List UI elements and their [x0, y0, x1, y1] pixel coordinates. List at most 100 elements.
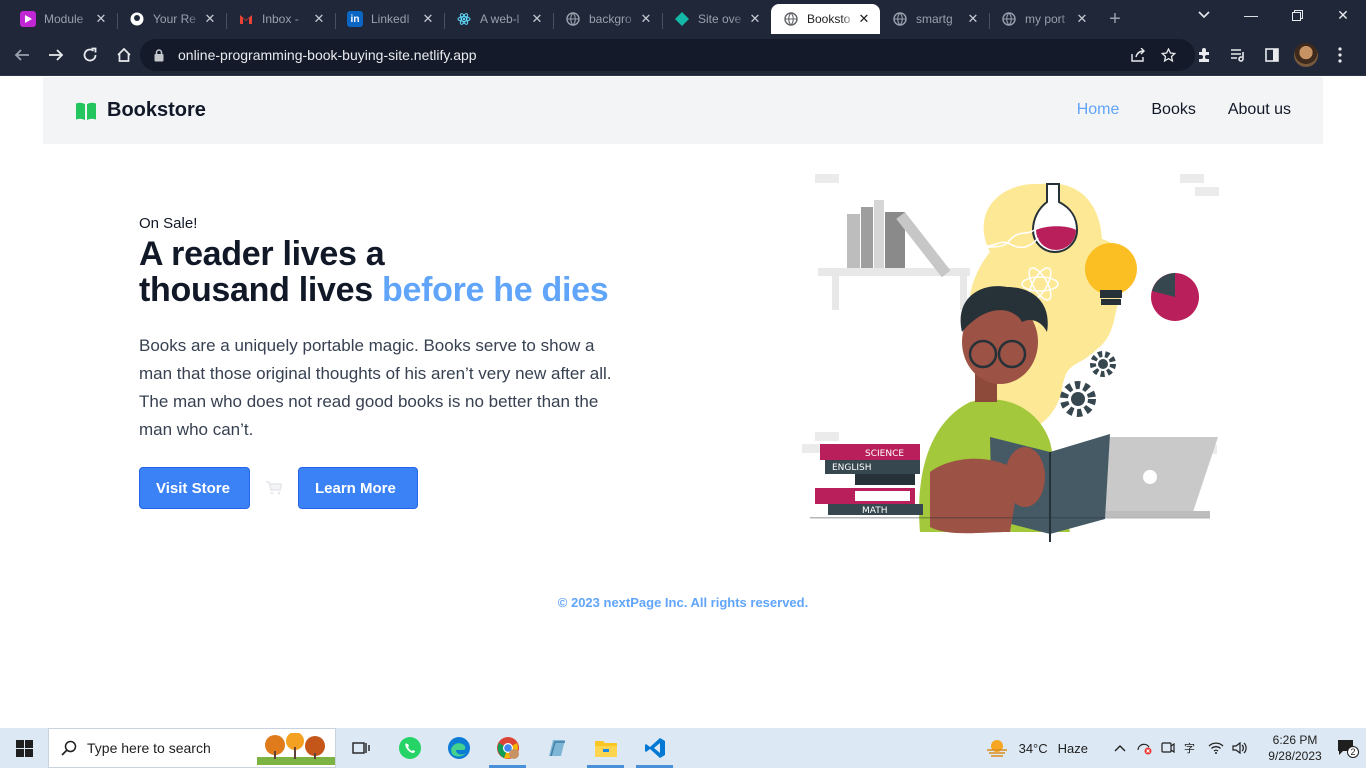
nav-about[interactable]: About us [1228, 101, 1291, 119]
close-window-icon[interactable]: ✕ [1320, 0, 1366, 30]
whatsapp-icon[interactable] [385, 728, 434, 768]
browser-tab[interactable]: smartg ✕ [880, 4, 989, 34]
profile-avatar[interactable] [1290, 39, 1322, 71]
notes-app-icon[interactable] [532, 728, 581, 768]
globe-icon [783, 11, 799, 27]
network-error-icon[interactable] [1132, 741, 1156, 755]
visit-store-button[interactable]: Visit Store [139, 467, 250, 509]
nav-home[interactable]: Home [1077, 101, 1120, 119]
home-button[interactable] [108, 39, 140, 71]
netlify-icon [674, 11, 690, 27]
brand-name: Bookstore [107, 99, 206, 121]
tab-title: smartg [916, 12, 953, 26]
taskbar-search[interactable]: Type here to search [48, 728, 336, 768]
close-tab-icon[interactable]: ✕ [420, 11, 436, 27]
browser-tab[interactable]: A web-l ✕ [444, 4, 553, 34]
restore-icon[interactable] [1274, 0, 1320, 30]
new-tab-button[interactable]: + [1098, 4, 1132, 34]
toolbar-right [1186, 39, 1356, 71]
url-text[interactable]: online-programming-book-buying-site.netl… [178, 47, 1123, 63]
nav-links: Home Books About us [1045, 101, 1291, 119]
meet-now-icon[interactable] [1156, 741, 1180, 755]
close-tab-icon[interactable]: ✕ [965, 11, 981, 27]
learn-more-button[interactable]: Learn More [298, 467, 418, 509]
minimize-icon[interactable]: — [1228, 0, 1274, 30]
browser-toolbar: online-programming-book-buying-site.netl… [0, 34, 1366, 76]
brand[interactable]: Bookstore [76, 99, 206, 122]
browser-tab[interactable]: my port ✕ [989, 4, 1098, 34]
book-label-english: ENGLISH [832, 463, 872, 473]
clock[interactable]: 6:26 PM 9/28/2023 [1260, 732, 1330, 764]
close-tab-icon[interactable]: ✕ [856, 11, 872, 27]
tab-strip: Module ✕ Your Re ✕ Inbox - ✕ in LinkedI ✕ A web-l… [0, 0, 1366, 34]
tab-title: Site ove [698, 12, 742, 26]
browser-tab[interactable]: backgro ✕ [553, 4, 662, 34]
browser-tab[interactable]: Your Re ✕ [117, 4, 226, 34]
browser-tab[interactable]: Module ✕ [8, 4, 117, 34]
bookmark-star-icon[interactable] [1153, 47, 1183, 63]
taskbar: Type here to search 34°C Haze 字 6:26 PM … [0, 728, 1366, 768]
close-tab-icon[interactable]: ✕ [93, 11, 109, 27]
tab-title: backgro [589, 12, 632, 26]
windows-start-icon[interactable] [0, 728, 48, 768]
forward-button[interactable] [40, 39, 72, 71]
browser-tab[interactable]: Inbox - ✕ [226, 4, 335, 34]
headline-highlight: before he dies [382, 271, 609, 309]
react-icon [456, 11, 472, 27]
hero-kicker: On Sale! [139, 215, 198, 232]
chevron-up-icon[interactable] [1108, 744, 1132, 752]
globe-icon [892, 11, 908, 27]
book-label-science: SCIENCE [865, 449, 904, 459]
share-icon[interactable] [1123, 48, 1153, 62]
notification-center-button[interactable]: 2 [1330, 738, 1366, 758]
tab-title: A web-l [480, 12, 520, 26]
forward-arrow-icon [49, 48, 64, 61]
nav-books[interactable]: Books [1151, 101, 1195, 119]
tab-title: LinkedI [371, 12, 410, 26]
formula-text: E = mc² [1116, 326, 1158, 346]
chrome-icon[interactable] [483, 728, 532, 768]
search-placeholder: Type here to search [87, 740, 211, 756]
back-arrow-icon [14, 48, 29, 61]
window-controls: — ✕ [1228, 0, 1366, 30]
address-bar[interactable]: online-programming-book-buying-site.netl… [140, 39, 1195, 71]
clock-time: 6:26 PM [1272, 733, 1318, 747]
wifi-icon[interactable] [1204, 742, 1228, 754]
tab-title: Your Re [153, 12, 196, 26]
menu-kebab-icon[interactable] [1324, 39, 1356, 71]
browser-tab[interactable]: Site ove ✕ [662, 4, 771, 34]
browser-tab[interactable]: Booksto ✕ [771, 4, 880, 34]
volume-icon[interactable] [1228, 741, 1252, 755]
media-queue-icon[interactable] [1222, 39, 1254, 71]
tab-title: my port [1025, 12, 1066, 26]
vscode-icon[interactable] [630, 728, 679, 768]
close-tab-icon[interactable]: ✕ [1074, 11, 1090, 27]
tab-search-icon[interactable] [1190, 4, 1218, 26]
reader-illustration: E = mc² SCIENCE ENGLISH MATH [802, 174, 1219, 542]
extensions-icon[interactable] [1188, 39, 1220, 71]
close-tab-icon[interactable]: ✕ [202, 11, 218, 27]
github-icon [129, 11, 145, 27]
notification-count: 2 [1350, 747, 1356, 757]
globe-icon [565, 11, 581, 27]
close-tab-icon[interactable]: ✕ [311, 11, 327, 27]
lock-icon[interactable] [152, 47, 166, 63]
weather-widget[interactable]: 34°C Haze [985, 738, 1088, 758]
file-explorer-icon[interactable] [581, 728, 630, 768]
edge-icon[interactable] [434, 728, 483, 768]
cart-icon [250, 481, 298, 495]
side-panel-icon[interactable] [1256, 39, 1288, 71]
reload-button[interactable] [74, 39, 106, 71]
close-tab-icon[interactable]: ✕ [747, 11, 763, 27]
browser-tab[interactable]: in LinkedI ✕ [335, 4, 444, 34]
close-tab-icon[interactable]: ✕ [638, 11, 654, 27]
headline-line-1: A reader lives a [139, 235, 385, 273]
hero-description: Books are a uniquely portable magic. Boo… [139, 336, 612, 439]
task-view-icon[interactable] [336, 728, 385, 768]
back-button[interactable] [6, 39, 38, 71]
close-tab-icon[interactable]: ✕ [529, 11, 545, 27]
tab-title: Inbox - [262, 12, 299, 26]
site-navbar: Bookstore Home Books About us [43, 77, 1323, 144]
page-content: Bookstore Home Books About us On Sale! A… [0, 77, 1366, 727]
input-method-icon[interactable]: 字 [1180, 741, 1204, 755]
